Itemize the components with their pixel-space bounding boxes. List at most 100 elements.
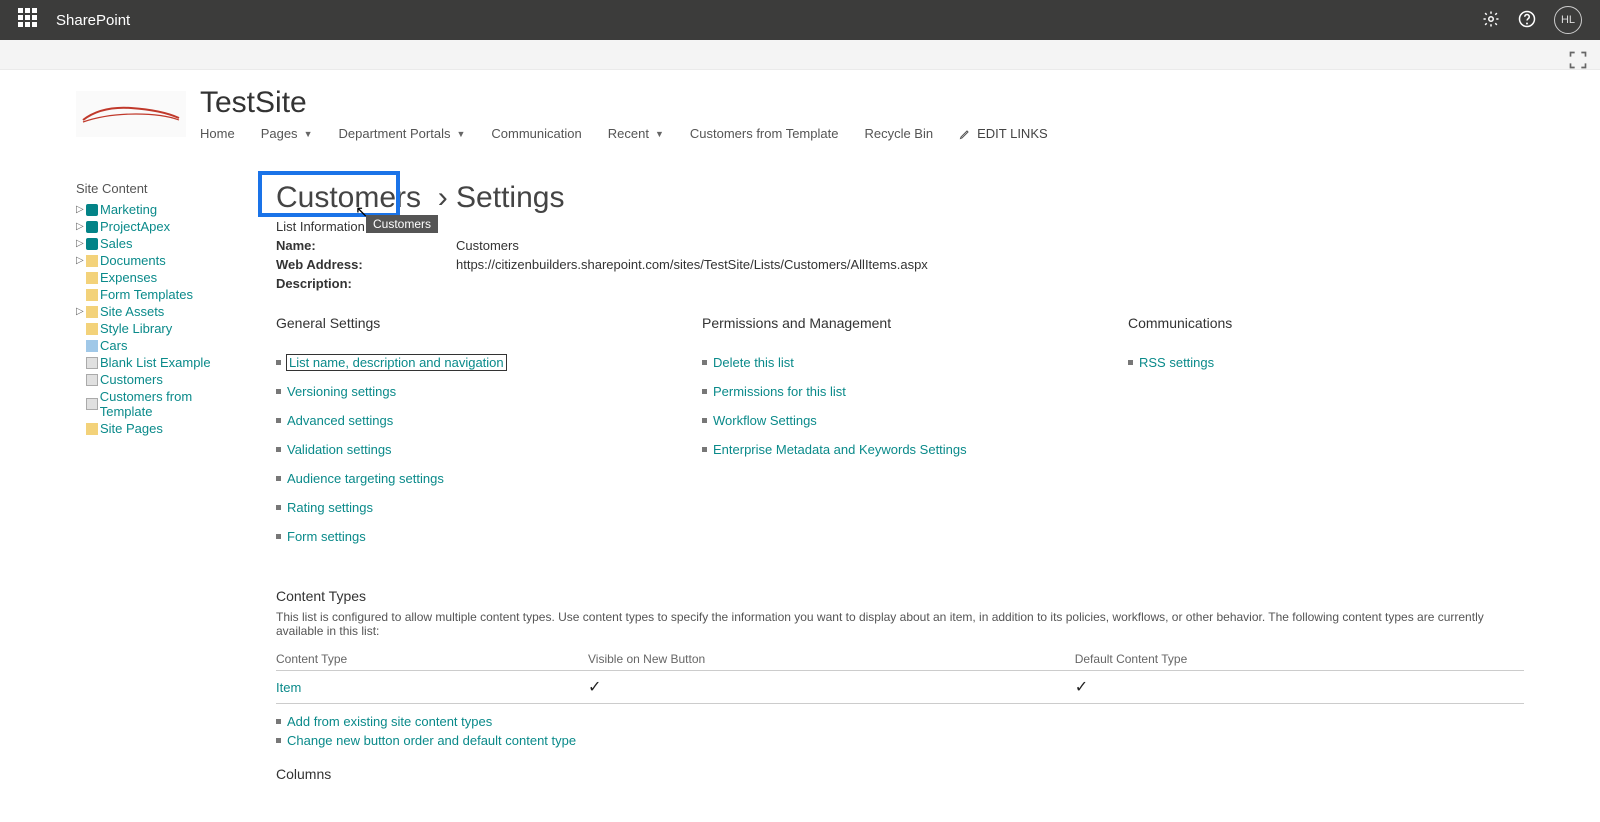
site-title[interactable]: TestSite [200,86,1048,120]
nav-item-department-portals[interactable]: Department Portals ▼ [338,126,465,141]
lib-icon [86,272,98,284]
settings-link[interactable]: Workflow Settings [713,413,817,428]
lib-icon [86,289,98,301]
tree-item-label[interactable]: Documents [100,253,166,268]
tree-item-label[interactable]: Customers from Template [100,389,246,419]
sp-icon [86,238,98,250]
tree-item-label[interactable]: ProjectApex [100,219,170,234]
ct-col-visible: Visible on New Button [588,648,1075,671]
tree-item-sales[interactable]: ▷ Sales [76,236,246,251]
list-title-link[interactable]: Customers [276,181,421,214]
product-name[interactable]: SharePoint [56,12,130,29]
tree-item-label[interactable]: Form Templates [100,287,193,302]
bullet-icon [702,360,707,365]
bullet-icon [276,476,281,481]
ct-col-default: Default Content Type [1075,648,1524,671]
site-logo[interactable] [76,91,186,137]
tree-item-label[interactable]: Site Pages [100,421,163,436]
tree-item-label[interactable]: Sales [100,236,133,251]
tree-item-label[interactable]: Cars [100,338,127,353]
quick-launch: Site Content ▷Marketing▷ProjectApex▷Sale… [76,181,246,782]
bullet-icon [702,389,707,394]
tree-item-site-assets[interactable]: ▷ Site Assets [76,304,246,319]
name-label: Name: [276,238,426,253]
nav-item-recent[interactable]: Recent ▼ [608,126,664,141]
bullet-icon [276,360,281,365]
tree-item-label[interactable]: Expenses [100,270,157,285]
list-information-heading: List Information [276,219,1524,234]
tree-item-label[interactable]: Style Library [100,321,172,336]
tree-item-form-templates[interactable]: Form Templates [76,287,246,302]
bullet-icon [276,505,281,510]
settings-link[interactable]: Delete this list [713,355,794,370]
chevron-down-icon[interactable]: ▼ [456,129,465,139]
suite-bar: SharePoint HL [0,0,1600,40]
list-icon [86,357,98,369]
settings-link[interactable]: Advanced settings [287,413,393,428]
name-value: Customers [456,238,519,253]
settings-link[interactable]: Permissions for this list [713,384,846,399]
settings-link[interactable]: Enterprise Metadata and Keywords Setting… [713,442,967,457]
chevron-down-icon[interactable]: ▼ [655,129,664,139]
tree-item-customers-from-template[interactable]: Customers from Template [76,389,246,419]
avatar[interactable]: HL [1554,6,1582,34]
communications-heading: Communications [1128,315,1524,331]
folder-icon [86,255,98,267]
nav-item-customers-from-template[interactable]: Customers from Template [690,126,839,141]
settings-link[interactable]: Versioning settings [287,384,396,399]
tree-item-label[interactable]: Blank List Example [100,355,211,370]
nav-item-recycle-bin[interactable]: Recycle Bin [864,126,933,141]
description-label: Description: [276,276,426,291]
bullet-icon [276,447,281,452]
nav-item-home[interactable]: Home [200,126,235,141]
tree-caret-icon[interactable]: ▷ [76,221,84,232]
change-button-order-link[interactable]: Change new button order and default cont… [287,733,576,748]
bullet-icon [276,738,281,743]
app-launcher-icon[interactable] [18,8,42,32]
tree-item-label[interactable]: Customers [100,372,163,387]
tree-item-marketing[interactable]: ▷ Marketing [76,202,246,217]
list-icon [86,374,98,386]
permissions-column: Permissions and Management Delete this l… [702,315,1098,558]
settings-link[interactable]: Audience targeting settings [287,471,444,486]
columns-heading: Columns [276,766,1524,782]
tree-item-expenses[interactable]: Expenses [76,270,246,285]
site-header: TestSite Home Pages ▼ Department Portals ▼… [0,70,1600,151]
tree-item-projectapex[interactable]: ▷ ProjectApex [76,219,246,234]
settings-link[interactable]: Form settings [287,529,366,544]
tree-item-customers[interactable]: Customers [76,372,246,387]
content-type-row: Item✓✓ [276,671,1524,704]
ct-col-type: Content Type [276,648,588,671]
content-types-description: This list is configured to allow multipl… [276,610,1524,638]
edit-links-button[interactable]: EDIT LINKS [959,126,1048,141]
nav-item-pages[interactable]: Pages ▼ [261,126,313,141]
tree-item-label[interactable]: Site Assets [100,304,164,319]
tree-item-site-pages[interactable]: Site Pages [76,421,246,436]
settings-link[interactable]: Validation settings [287,442,392,457]
focus-mode-icon[interactable] [1568,50,1592,74]
bullet-icon [702,418,707,423]
help-icon[interactable] [1518,10,1536,31]
tree-item-cars[interactable]: Cars [76,338,246,353]
nav-item-communication[interactable]: Communication [491,126,581,141]
chevron-down-icon[interactable]: ▼ [304,129,313,139]
img-icon [86,340,98,352]
general-settings-heading: General Settings [276,315,672,331]
content-type-link[interactable]: Item [276,680,301,695]
add-content-type-link[interactable]: Add from existing site content types [287,714,492,729]
columns-section: Columns [276,766,1524,782]
tree-caret-icon[interactable]: ▷ [76,255,84,266]
tree-item-label[interactable]: Marketing [100,202,157,217]
tree-item-style-library[interactable]: Style Library [76,321,246,336]
settings-link[interactable]: RSS settings [1139,355,1214,370]
tree-item-blank-list-example[interactable]: Blank List Example [76,355,246,370]
gear-icon[interactable] [1482,10,1500,31]
check-icon: ✓ [1075,679,1088,696]
tree-item-documents[interactable]: ▷ Documents [76,253,246,268]
content-types-section: Content Types This list is configured to… [276,588,1524,748]
tree-caret-icon[interactable]: ▷ [76,306,84,317]
settings-link[interactable]: Rating settings [287,500,373,515]
tree-caret-icon[interactable]: ▷ [76,204,84,215]
settings-link[interactable]: List name, description and navigation [287,355,506,370]
tree-caret-icon[interactable]: ▷ [76,238,84,249]
